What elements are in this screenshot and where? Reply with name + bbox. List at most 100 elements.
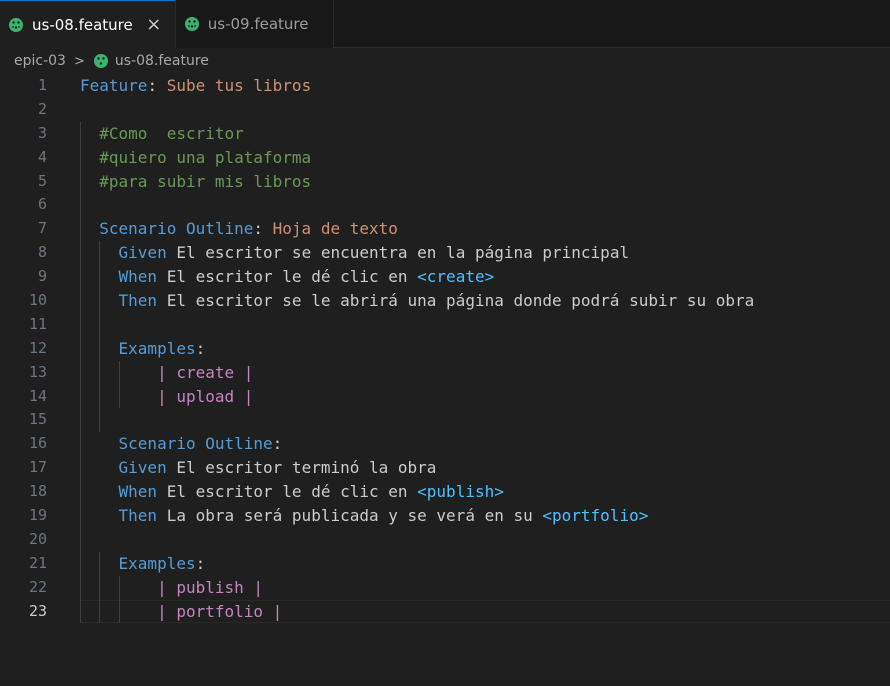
- table-cell: publish: [176, 577, 244, 597]
- breadcrumb-file[interactable]: us-08.feature: [115, 53, 209, 69]
- line-number: 19: [28, 506, 47, 525]
- breadcrumb-folder[interactable]: epic-03: [14, 53, 66, 69]
- table-pipe: |: [263, 601, 283, 621]
- code-line[interactable]: 4 #quiero una plataforma: [0, 145, 890, 170]
- code-line[interactable]: 5 #para subir mis libros: [0, 169, 890, 194]
- code-line[interactable]: 17 Given El escritor terminó la obra: [0, 456, 890, 481]
- line-number: 22: [28, 577, 47, 596]
- code-text: | upload |: [80, 385, 253, 409]
- title-token: Sube tus libros: [166, 76, 312, 95]
- line-number: 10: [28, 291, 47, 310]
- table-cell: create: [176, 362, 235, 382]
- text-token: :: [147, 76, 167, 95]
- table-pipe: |: [157, 362, 177, 382]
- line-number: 16: [28, 434, 47, 453]
- indent-guide: [80, 527, 81, 552]
- text-token: :: [195, 338, 206, 358]
- code-text: Then La obra será publicada y se verá en…: [80, 504, 649, 528]
- line-number: 17: [28, 458, 47, 477]
- placeholder-token: <create>: [417, 267, 495, 287]
- code-text: #Como escritor: [80, 122, 244, 146]
- table-cell: portfolio: [176, 601, 264, 621]
- code-line[interactable]: 21 Examples:: [0, 551, 890, 576]
- code-line[interactable]: 20: [0, 527, 890, 552]
- code-line[interactable]: 13 | create |: [0, 360, 890, 385]
- indent-guide: [80, 193, 81, 218]
- line-number: 11: [28, 314, 47, 333]
- code-line[interactable]: 2: [0, 98, 890, 122]
- breadcrumb: epic-03 > us-08.feature: [0, 48, 890, 74]
- keyword-token: Then: [118, 291, 158, 311]
- keyword-token: Scenario Outline: [118, 434, 273, 454]
- text-token: El escritor terminó la obra: [166, 458, 437, 478]
- text-token: El escritor se le abrirá una página dond…: [157, 291, 755, 311]
- keyword-token: Examples: [118, 338, 196, 358]
- indent-guide: [99, 312, 101, 337]
- keyword-token: Then: [118, 506, 158, 526]
- code-line[interactable]: 7 Scenario Outline: Hoja de texto: [0, 217, 890, 242]
- keyword-token: When: [118, 482, 158, 502]
- code-line[interactable]: 22 | publish |: [0, 575, 890, 600]
- line-number: 12: [28, 338, 47, 357]
- code-editor[interactable]: 1 Feature: Sube tus libros 2 3 #Como escrit…: [0, 74, 890, 624]
- code-line[interactable]: 3 #Como escritor: [0, 121, 890, 146]
- text-token: :: [195, 553, 206, 573]
- keyword-token: Given: [118, 243, 167, 263]
- code-text: Given El escritor se encuentra en la pág…: [80, 241, 630, 265]
- code-text: When El escritor le dé clic en <create>: [80, 265, 495, 289]
- indent-guide: [80, 408, 81, 433]
- code-text: Then El escritor se le abrirá una página…: [80, 289, 755, 313]
- code-line[interactable]: 15: [0, 408, 890, 433]
- tab-us-08-feature[interactable]: us-08.feature ×: [0, 0, 176, 48]
- tab-label: us-08.feature: [32, 15, 133, 34]
- cucumber-icon: [9, 17, 23, 32]
- keyword-token: Examples: [118, 553, 196, 573]
- comment-token: #para subir mis libros: [99, 171, 312, 191]
- close-icon[interactable]: ×: [145, 14, 163, 35]
- line-number: 1: [37, 76, 47, 94]
- code-line[interactable]: 14 | upload |: [0, 384, 890, 409]
- indent-guide: [99, 408, 101, 433]
- code-line[interactable]: 8 Given El escritor se encuentra en la p…: [0, 241, 890, 266]
- code-text: Examples:: [80, 552, 206, 576]
- line-number: 18: [28, 482, 47, 501]
- line-number: 23: [28, 601, 47, 620]
- text-token: El escritor se encuentra en la página pr…: [166, 243, 630, 263]
- code-line[interactable]: 16 Scenario Outline:: [0, 432, 890, 457]
- keyword-token: Feature: [80, 76, 148, 95]
- table-pipe: |: [157, 601, 177, 621]
- editor-tab-bar: us-08.feature × us-09.feature: [0, 0, 890, 48]
- title-token: Hoja de texto: [272, 219, 398, 239]
- code-line[interactable]: 10 Then El escritor se le abrirá una pág…: [0, 289, 890, 313]
- code-text: Scenario Outline:: [80, 432, 283, 456]
- code-text: #para subir mis libros: [80, 170, 311, 194]
- code-line[interactable]: 11: [0, 312, 890, 337]
- indent-guide: [80, 312, 81, 337]
- code-line[interactable]: 12 Examples:: [0, 336, 890, 361]
- code-line[interactable]: 18 When El escritor le dé clic en <publi…: [0, 480, 890, 505]
- code-line[interactable]: 23 | portfolio |: [0, 599, 890, 624]
- tab-us-09-feature[interactable]: us-09.feature: [175, 0, 334, 48]
- line-number: 13: [28, 362, 47, 381]
- table-pipe: |: [157, 577, 177, 597]
- code-line[interactable]: 19 Then La obra será publicada y se verá…: [0, 504, 890, 528]
- code-text: #quiero una plataforma: [80, 146, 311, 170]
- keyword-token: Given: [118, 458, 167, 478]
- code-line[interactable]: 9 When El escritor le dé clic en <create…: [0, 265, 890, 290]
- tab-label: us-09.feature: [207, 15, 309, 33]
- code-line[interactable]: 1 Feature: Sube tus libros: [0, 74, 890, 98]
- comment-token: #Como escritor: [99, 123, 244, 143]
- code-line[interactable]: 6: [0, 193, 890, 218]
- code-text: Scenario Outline: Hoja de texto: [80, 217, 398, 241]
